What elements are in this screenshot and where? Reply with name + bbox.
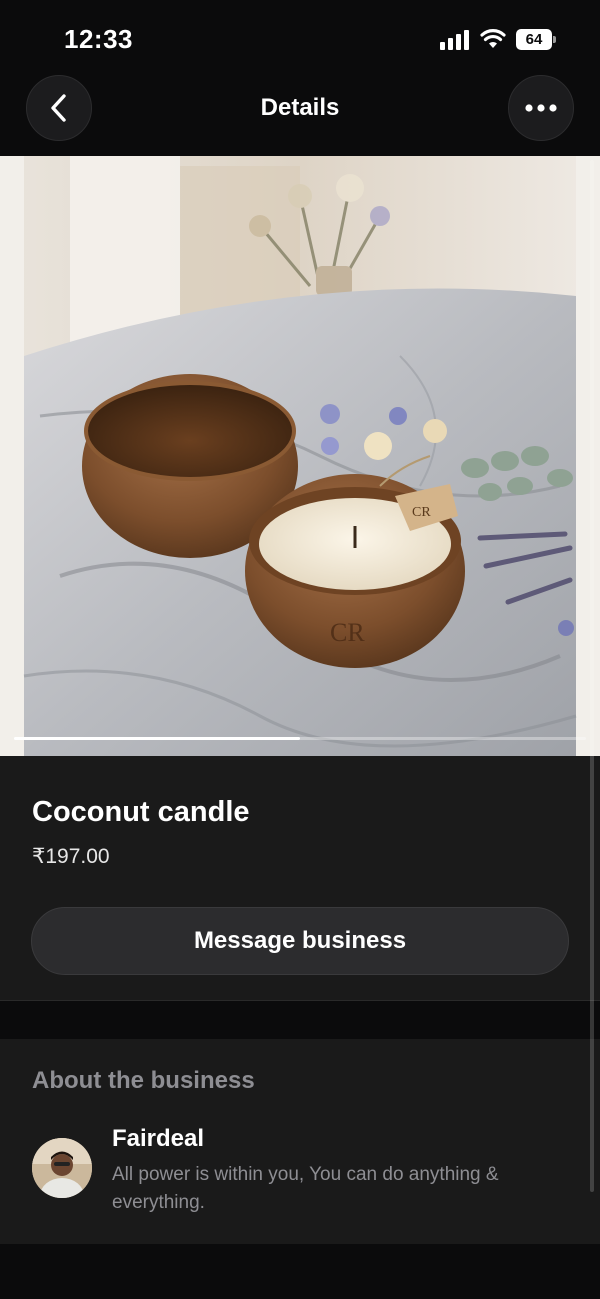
- status-time: 12:33: [64, 24, 133, 54]
- status-bar: 12:33 64: [0, 0, 600, 72]
- business-avatar[interactable]: [32, 1138, 92, 1198]
- image-carousel-progress-fill: [14, 737, 300, 740]
- scrollbar[interactable]: [590, 160, 594, 1192]
- section-gap: [0, 1001, 600, 1039]
- product-image[interactable]: CR CR: [0, 156, 600, 756]
- about-heading: About the business: [32, 1067, 255, 1094]
- battery-tip: [553, 36, 556, 43]
- product-photo-illustration: CR CR: [0, 156, 600, 756]
- about-business-section: About the business Fairdeal All power is…: [0, 1039, 600, 1244]
- business-description: All power is within you, You can do anyt…: [112, 1164, 499, 1213]
- svg-text:CR: CR: [330, 618, 365, 647]
- cellular-signal-icon: [440, 30, 469, 50]
- image-carousel-progress: [14, 737, 586, 740]
- product-title: Coconut candle: [32, 796, 250, 828]
- product-info-section: Coconut candle ₹197.00 Message business: [0, 756, 600, 1000]
- bottom-area: [0, 1244, 600, 1299]
- wifi-icon: [480, 29, 506, 48]
- business-name[interactable]: Fairdeal: [112, 1125, 204, 1153]
- product-price: ₹197.00: [32, 845, 110, 868]
- battery-indicator: 64: [516, 29, 556, 50]
- message-business-button[interactable]: Message business: [31, 907, 569, 975]
- svg-text:CR: CR: [412, 505, 431, 520]
- battery-level: 64: [516, 29, 552, 50]
- avatar-photo-illustration: [32, 1138, 92, 1198]
- more-options-button[interactable]: [508, 75, 574, 141]
- navigation-bar: Details: [0, 72, 600, 156]
- more-horizontal-icon: [525, 104, 557, 112]
